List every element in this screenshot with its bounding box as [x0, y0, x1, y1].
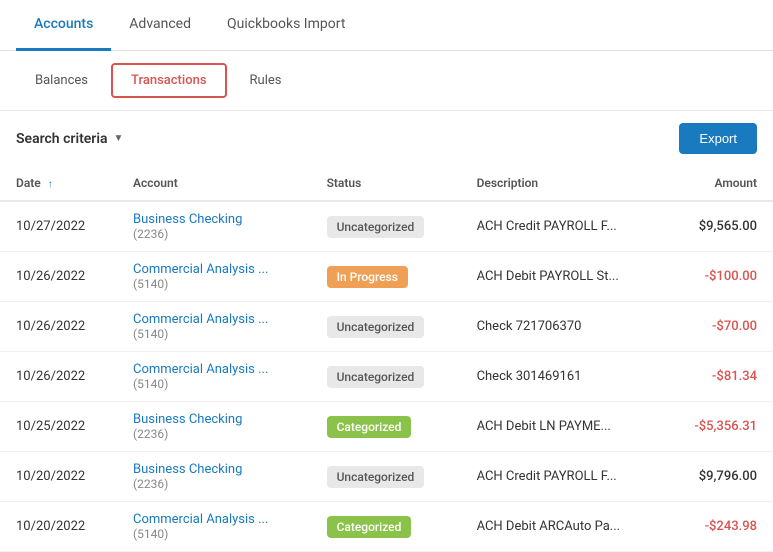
- cell-amount-5: $9,796.00: [664, 452, 773, 502]
- status-badge-4: Categorized: [327, 416, 412, 438]
- cell-status-5: Uncategorized: [311, 452, 461, 502]
- export-button[interactable]: Export: [679, 123, 757, 154]
- top-nav: Accounts Advanced Quickbooks Import: [0, 0, 773, 51]
- sub-nav: Balances Transactions Rules: [0, 51, 773, 111]
- table-row: 10/27/2022 Business Checking(2236) Uncat…: [0, 201, 773, 252]
- cell-status-1: In Progress: [311, 252, 461, 302]
- cell-status-6: Categorized: [311, 502, 461, 552]
- col-header-description: Description: [461, 166, 664, 201]
- cell-status-3: Uncategorized: [311, 352, 461, 402]
- table-row: 10/26/2022 Commercial Analysis ...(5140)…: [0, 352, 773, 402]
- cell-description-5: ACH Credit PAYROLL F...: [461, 452, 664, 502]
- cell-description-1: ACH Debit PAYROLL St...: [461, 252, 664, 302]
- cell-description-6: ACH Debit ARCAuto Pa...: [461, 502, 664, 552]
- status-badge-6: Categorized: [327, 516, 412, 538]
- cell-description-0: ACH Credit PAYROLL F...: [461, 201, 664, 252]
- table-row: 10/20/2022 Business Checking(2236) Uncat…: [0, 452, 773, 502]
- cell-account-0[interactable]: Business Checking(2236): [117, 201, 311, 252]
- cell-description-3: Check 301469161: [461, 352, 664, 402]
- cell-amount-3: -$81.34: [664, 352, 773, 402]
- cell-amount-0: $9,565.00: [664, 201, 773, 252]
- sort-icon: ↑: [48, 179, 53, 190]
- search-bar: Search criteria ▼ Export: [0, 111, 773, 166]
- cell-date-3: 10/26/2022: [0, 352, 117, 402]
- col-header-account: Account: [117, 166, 311, 201]
- cell-description-4: ACH Debit LN PAYME...: [461, 402, 664, 452]
- app-container: Accounts Advanced Quickbooks Import Bala…: [0, 0, 773, 552]
- tab-advanced[interactable]: Advanced: [111, 0, 209, 51]
- caret-icon: ▼: [114, 133, 124, 144]
- cell-amount-4: -$5,356.31: [664, 402, 773, 452]
- cell-amount-1: -$100.00: [664, 252, 773, 302]
- subtab-balances[interactable]: Balances: [16, 64, 107, 97]
- col-header-date[interactable]: Date ↑: [0, 166, 117, 201]
- table-row: 10/26/2022 Commercial Analysis ...(5140)…: [0, 252, 773, 302]
- tab-accounts[interactable]: Accounts: [16, 0, 111, 51]
- transactions-table: Date ↑ Account Status Description Amount…: [0, 166, 773, 552]
- table-header-row: Date ↑ Account Status Description Amount: [0, 166, 773, 201]
- subtab-rules[interactable]: Rules: [231, 64, 301, 97]
- cell-status-2: Uncategorized: [311, 302, 461, 352]
- col-header-amount: Amount: [664, 166, 773, 201]
- cell-account-1[interactable]: Commercial Analysis ...(5140): [117, 252, 311, 302]
- search-criteria-label: Search criteria: [16, 131, 108, 147]
- cell-account-3[interactable]: Commercial Analysis ...(5140): [117, 352, 311, 402]
- cell-account-5[interactable]: Business Checking(2236): [117, 452, 311, 502]
- cell-date-5: 10/20/2022: [0, 452, 117, 502]
- cell-date-6: 10/20/2022: [0, 502, 117, 552]
- cell-account-6[interactable]: Commercial Analysis ...(5140): [117, 502, 311, 552]
- table-row: 10/20/2022 Commercial Analysis ...(5140)…: [0, 502, 773, 552]
- table-row: 10/25/2022 Business Checking(2236) Categ…: [0, 402, 773, 452]
- cell-amount-2: -$70.00: [664, 302, 773, 352]
- cell-date-0: 10/27/2022: [0, 201, 117, 252]
- table-container: Date ↑ Account Status Description Amount…: [0, 166, 773, 552]
- col-header-status: Status: [311, 166, 461, 201]
- cell-date-4: 10/25/2022: [0, 402, 117, 452]
- cell-date-2: 10/26/2022: [0, 302, 117, 352]
- cell-status-0: Uncategorized: [311, 201, 461, 252]
- search-criteria-toggle[interactable]: Search criteria ▼: [16, 131, 123, 147]
- cell-account-4[interactable]: Business Checking(2236): [117, 402, 311, 452]
- status-badge-5: Uncategorized: [327, 466, 425, 488]
- tab-quickbooks[interactable]: Quickbooks Import: [209, 0, 363, 51]
- status-badge-2: Uncategorized: [327, 316, 425, 338]
- status-badge-1: In Progress: [327, 266, 408, 288]
- table-row: 10/26/2022 Commercial Analysis ...(5140)…: [0, 302, 773, 352]
- cell-amount-6: -$243.98: [664, 502, 773, 552]
- cell-account-2[interactable]: Commercial Analysis ...(5140): [117, 302, 311, 352]
- status-badge-0: Uncategorized: [327, 216, 425, 238]
- status-badge-3: Uncategorized: [327, 366, 425, 388]
- cell-status-4: Categorized: [311, 402, 461, 452]
- cell-description-2: Check 721706370: [461, 302, 664, 352]
- subtab-transactions[interactable]: Transactions: [111, 63, 227, 98]
- cell-date-1: 10/26/2022: [0, 252, 117, 302]
